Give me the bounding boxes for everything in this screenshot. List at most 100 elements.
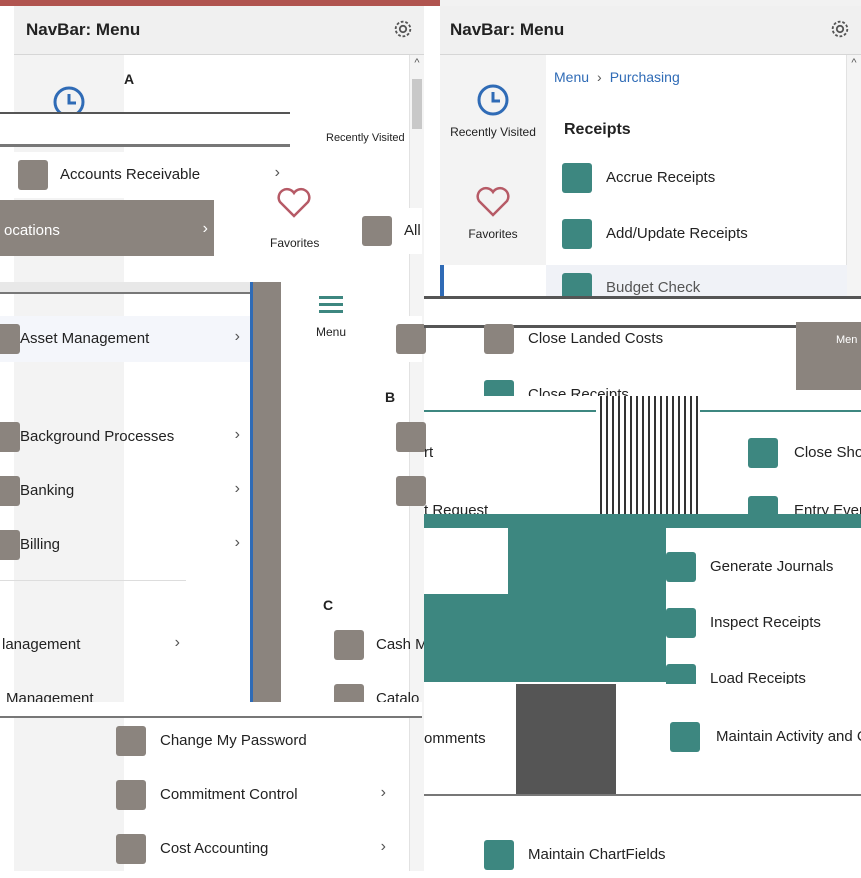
row-label: Billing xyxy=(20,536,61,553)
list-item-close-landed-costs[interactable]: Close Landed Costs xyxy=(484,316,794,362)
tile-recently-visited[interactable]: Recently Visited xyxy=(440,83,546,139)
document-icon xyxy=(484,380,514,396)
section-letter-b: B xyxy=(385,389,396,405)
document-icon xyxy=(116,726,146,756)
list-item-management[interactable]: lanagement › xyxy=(0,622,250,668)
tile-menu[interactable]: Menu xyxy=(296,290,366,350)
scroll-up-icon[interactable]: ^ xyxy=(410,57,424,69)
list-item-asset-management[interactable]: Asset Management › xyxy=(0,316,250,362)
page-title: Receipts xyxy=(564,121,631,138)
list-item-maintain-activity[interactable]: Maintain Activity and C xyxy=(670,714,861,760)
chevron-right-icon: › xyxy=(234,426,240,443)
row-label: Accounts Receivable xyxy=(60,166,201,183)
menu-label: Menu xyxy=(315,325,347,339)
divider xyxy=(0,580,186,581)
section-letter-c: C xyxy=(323,597,334,613)
folder-icon xyxy=(116,834,146,864)
list-item-change-password[interactable]: Change My Password xyxy=(116,718,420,764)
glitch-band xyxy=(0,112,290,147)
list-item-all[interactable]: All xyxy=(346,208,422,254)
gear-icon[interactable] xyxy=(392,18,414,40)
row-label: Commitment Control xyxy=(160,786,298,803)
list-item-folder-partial[interactable] xyxy=(380,468,426,514)
breadcrumb-menu-link[interactable]: Menu xyxy=(554,69,589,85)
chevron-right-icon: › xyxy=(202,220,208,237)
folder-icon xyxy=(334,630,364,660)
glitch-column xyxy=(250,282,281,702)
chevron-right-icon: › xyxy=(597,69,602,85)
folder-icon xyxy=(0,422,20,452)
list-item-budget-check[interactable]: Budget Check xyxy=(546,265,847,296)
folder-icon xyxy=(0,324,20,354)
list-item-commitment-control[interactable]: Commitment Control › xyxy=(116,772,420,818)
recently-visited-overlay: Recently Visited xyxy=(326,132,405,144)
menu-label: Men xyxy=(836,334,858,346)
folder-icon xyxy=(116,780,146,810)
row-label: Cost Accounting xyxy=(160,840,269,857)
chevron-right-icon: › xyxy=(234,534,240,551)
tile-label: Recently Visited xyxy=(450,125,536,139)
list-item-inspect-receipts[interactable]: Inspect Receipts xyxy=(666,600,861,646)
chevron-right-icon: › xyxy=(380,784,386,801)
tile-favorites[interactable]: Favorites xyxy=(440,185,546,241)
list-item-add-update-receipts[interactable]: Add/Update Receipts xyxy=(546,211,847,257)
gear-icon[interactable] xyxy=(829,18,851,40)
list-item-folder-partial[interactable] xyxy=(380,316,426,362)
glitch-block xyxy=(508,528,666,682)
document-icon xyxy=(562,163,592,193)
navbar-header: NavBar: Menu xyxy=(14,6,424,55)
document-icon xyxy=(562,219,592,249)
row-label-fragment: omments xyxy=(424,730,486,747)
folder-icon xyxy=(396,422,426,452)
document-icon xyxy=(670,722,700,752)
tile-menu-active[interactable] xyxy=(440,265,550,296)
chevron-right-icon: › xyxy=(234,328,240,345)
folder-icon xyxy=(18,160,48,190)
row-label: Add/Update Receipts xyxy=(606,225,748,242)
list-item-close-receipts[interactable]: Close Receipts xyxy=(484,372,724,396)
row-label: Generate Journals xyxy=(710,558,834,575)
glitch-block xyxy=(516,684,616,794)
chevron-right-icon: › xyxy=(380,838,386,855)
row-label: Close Landed Costs xyxy=(528,330,664,347)
list-item-accounts-receivable[interactable]: Accounts Receivable › xyxy=(0,152,300,198)
glitch-band xyxy=(424,794,861,808)
row-label: Accrue Receipts xyxy=(606,169,716,186)
breadcrumb-purchasing-link[interactable]: Purchasing xyxy=(610,69,680,85)
list-item-allocations[interactable]: ocations › xyxy=(0,200,214,256)
glitch-block: Men xyxy=(796,322,861,390)
scrollbar[interactable]: ^ xyxy=(846,55,861,296)
list-item-cash-management[interactable]: Cash M xyxy=(320,622,428,668)
list-item-maintain-chartfields[interactable]: Maintain ChartFields xyxy=(484,832,784,878)
document-icon xyxy=(666,664,696,684)
row-label: Inspect Receipts xyxy=(710,614,821,631)
list-item-generate-journals[interactable]: Generate Journals xyxy=(666,544,861,590)
scroll-up-icon[interactable]: ^ xyxy=(847,57,861,69)
navbar-rail: Recently Visited Favorites xyxy=(440,55,550,296)
chevron-right-icon: › xyxy=(274,164,280,181)
row-label: ocations xyxy=(4,222,60,239)
list-item-folder-partial[interactable] xyxy=(380,414,426,460)
list-item-billing[interactable]: Billing › xyxy=(0,522,250,568)
list-item-banking[interactable]: Banking › xyxy=(0,468,250,514)
tile-label: Favorites xyxy=(468,227,518,241)
section-letter-a: A xyxy=(124,71,135,87)
chevron-right-icon: › xyxy=(234,480,240,497)
list-item-accrue-receipts[interactable]: Accrue Receipts xyxy=(546,155,847,201)
row-label: Cash M xyxy=(376,636,428,653)
list-item-entry-event[interactable]: Entry Ever xyxy=(748,488,861,514)
glitch-band xyxy=(0,282,250,294)
list-item-close-short[interactable]: Close Sho xyxy=(748,430,861,476)
scroll-thumb[interactable] xyxy=(412,79,422,129)
navbar-header: NavBar: Menu xyxy=(440,6,861,55)
row-label: Banking xyxy=(20,482,75,499)
list-item-cost-accounting[interactable]: Cost Accounting › xyxy=(116,826,420,872)
clock-icon xyxy=(477,84,509,116)
favorites-label[interactable]: Favorites xyxy=(270,236,319,250)
list-item-background-processes[interactable]: Background Processes › xyxy=(0,414,250,460)
list-item-load-receipts[interactable]: Load Receipts xyxy=(666,656,861,684)
hamburger-icon xyxy=(319,296,343,313)
row-label: Maintain ChartFields xyxy=(528,846,666,863)
document-icon xyxy=(484,324,514,354)
row-label: Budget Check xyxy=(606,279,701,296)
